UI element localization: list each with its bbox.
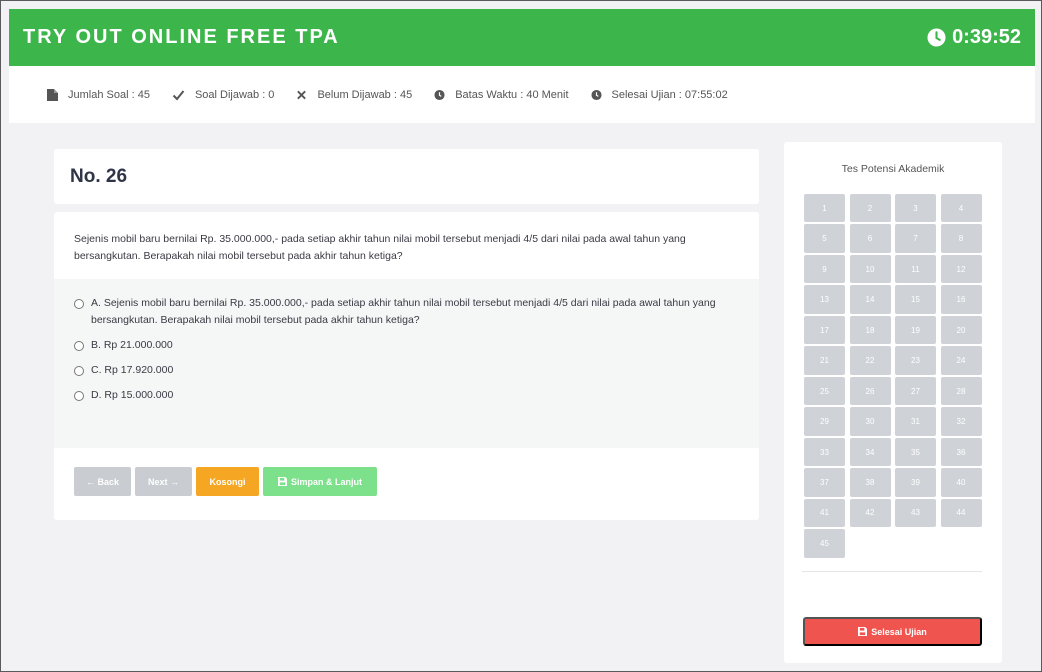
finish-exam-button[interactable]: Selesai Ujian [803,617,982,646]
question-nav-button[interactable]: 11 [895,254,936,284]
exam-info-bar: Jumlah Soal : 45 Soal Dijawab : 0 Belum … [9,66,1035,123]
info-time-limit: Batas Waktu : 40 Menit [434,89,569,101]
question-nav-button[interactable]: 15 [895,285,936,314]
question-nav-button[interactable]: 26 [849,376,891,406]
question-nav-button[interactable]: 19 [895,315,936,345]
question-nav-button[interactable]: 3 [895,194,936,223]
question-nav-button[interactable]: 4 [940,194,982,223]
option-b[interactable]: B. Rp 21.000.000 [74,337,739,354]
app-title: TRY OUT ONLINE FREE TPA [23,26,340,48]
question-nav-button[interactable]: 12 [940,254,982,284]
question-nav-button[interactable]: 18 [849,315,891,345]
divider [802,571,982,572]
answer-options: A. Sejenis mobil baru bernilai Rp. 35.00… [54,279,759,448]
question-nav-button[interactable]: 2 [849,194,891,223]
question-nav-button[interactable]: 24 [940,346,982,375]
question-nav-button[interactable]: 29 [804,407,845,436]
question-text: Sejenis mobil baru bernilai Rp. 35.000.0… [74,233,686,262]
question-nav-button[interactable]: 28 [940,376,982,406]
question-nav-button[interactable]: 21 [804,346,845,375]
question-nav-button[interactable]: 5 [804,224,845,253]
question-number-grid: 1 2 3 4 5 6 7 8 9 10 11 12 13 14 15 16 17 18 19 20 21 22 23 24 2… [804,194,982,558]
page-frame: TRY OUT ONLINE FREE TPA 0:39:52 Jumlah S… [0,0,1042,672]
back-button[interactable]: ← Back [74,467,131,496]
question-nav-button[interactable]: 20 [940,315,982,345]
clock-icon [927,28,946,47]
info-finish-time: Selesai Ujian : 07:55:02 [590,89,728,101]
radio-button[interactable] [74,299,84,309]
question-nav-button[interactable]: 37 [804,468,845,497]
save-icon [858,627,868,636]
question-nav-button[interactable]: 14 [849,285,891,314]
question-nav-button[interactable]: 22 [849,346,891,375]
save-next-button[interactable]: Simpan & Lanjut [263,467,377,496]
close-icon [296,89,317,101]
clock-icon [590,89,612,101]
navigator-title: Tes Potensi Akademik [841,163,945,175]
question-nav-button[interactable]: 43 [895,498,936,528]
question-nav-button[interactable]: 8 [940,224,982,253]
question-nav-button[interactable]: 39 [895,468,936,497]
question-nav-button[interactable]: 1 [804,194,845,223]
next-button[interactable]: Next → [135,467,192,496]
question-nav-button[interactable]: 34 [849,437,891,467]
question-nav-button[interactable]: 33 [804,437,845,467]
question-nav-button[interactable]: 17 [804,315,845,345]
file-icon [47,88,68,101]
question-nav-button[interactable]: 41 [804,498,845,528]
question-nav-button[interactable]: 30 [849,407,891,436]
top-header: TRY OUT ONLINE FREE TPA 0:39:52 [9,9,1035,66]
question-header: No. 26 [54,149,759,204]
clear-answer-button[interactable]: Kosongi [196,467,259,496]
question-nav-button[interactable]: 32 [940,407,982,436]
question-nav-button[interactable]: 44 [940,498,982,528]
question-nav-button[interactable]: 36 [940,437,982,467]
question-nav-button[interactable]: 7 [895,224,936,253]
question-nav-button[interactable]: 31 [895,407,936,436]
radio-button[interactable] [74,391,84,401]
question-number: No. 26 [70,165,128,187]
option-d[interactable]: D. Rp 15.000.000 [74,387,739,404]
question-nav-button[interactable]: 35 [895,437,936,467]
question-nav-button[interactable]: 10 [849,254,891,284]
question-nav-button[interactable]: 6 [849,224,891,253]
question-nav-button[interactable]: 16 [940,285,982,314]
radio-button[interactable] [74,341,84,351]
clock-icon [434,89,455,101]
timer-value: 0:39:52 [952,26,1021,48]
question-nav-button[interactable]: 40 [940,468,982,497]
question-navigator: Tes Potensi Akademik 1 2 3 4 5 6 7 8 9 10 11 12 13 14… [784,142,1002,663]
navigation-buttons: ← Back Next → Kosongi Simpan & Lanjut [54,448,759,496]
save-icon [277,477,287,486]
question-nav-button[interactable]: 23 [895,346,936,375]
question-nav-button[interactable]: 42 [849,498,891,528]
question-card: Sejenis mobil baru bernilai Rp. 35.000.0… [54,212,759,520]
info-answered: Soal Dijawab : 0 [172,89,274,101]
question-nav-button[interactable]: 13 [804,285,845,314]
question-nav-button[interactable]: 25 [804,376,845,406]
info-total-questions: Jumlah Soal : 45 [47,88,150,101]
info-unanswered: Belum Dijawab : 45 [296,89,412,101]
question-nav-button[interactable]: 27 [895,376,936,406]
radio-button[interactable] [74,366,84,376]
option-a[interactable]: A. Sejenis mobil baru bernilai Rp. 35.00… [74,295,739,329]
countdown-timer: 0:39:52 [927,26,1021,49]
check-icon [172,89,195,101]
option-c[interactable]: C. Rp 17.920.000 [74,362,739,379]
question-nav-button[interactable]: 38 [849,468,891,497]
question-nav-button[interactable]: 9 [804,254,845,284]
question-nav-button[interactable]: 45 [804,529,845,558]
